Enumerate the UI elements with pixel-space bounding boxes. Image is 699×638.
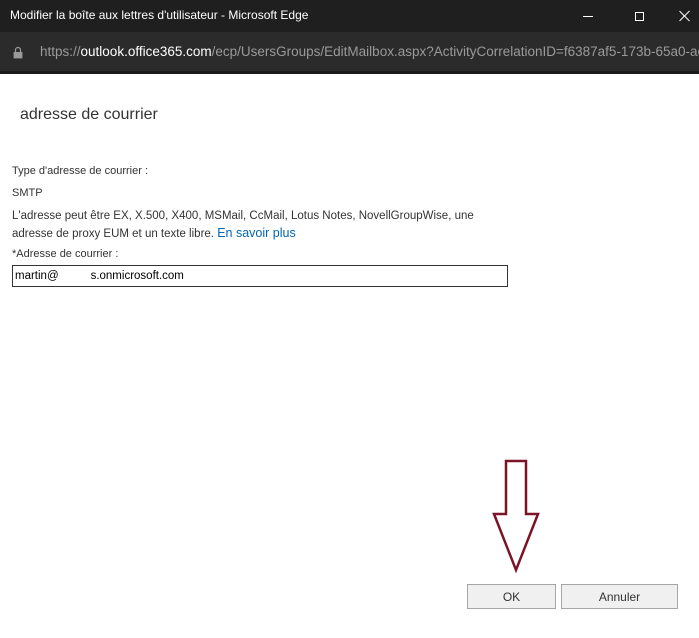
url-path: /ecp/UsersGroups/EditMailbox.aspx?Activi… [211, 44, 699, 59]
email-type-value: SMTP [12, 187, 43, 199]
cancel-button[interactable]: Annuler [561, 584, 678, 609]
email-type-label: Type d'adresse de courrier : [12, 165, 149, 177]
browser-window: Modifier la boîte aux lettres d'utilisat… [0, 0, 699, 638]
learn-more-link[interactable]: En savoir plus [217, 226, 296, 240]
title-bar: Modifier la boîte aux lettres d'utilisat… [0, 0, 699, 32]
down-arrow-annotation [492, 459, 540, 574]
address-bar[interactable]: https://outlook.office365.com/ecp/UsersG… [0, 32, 699, 74]
url-text[interactable]: https://outlook.office365.com/ecp/UsersG… [40, 44, 699, 59]
email-address-input[interactable] [12, 265, 508, 287]
maximize-button[interactable] [616, 0, 662, 32]
close-button[interactable] [662, 0, 699, 32]
maximize-icon [634, 11, 644, 21]
window-title: Modifier la boîte aux lettres d'utilisat… [10, 8, 309, 22]
close-icon [679, 10, 691, 22]
url-scheme: https:// [40, 44, 81, 59]
ok-button[interactable]: OK [467, 584, 556, 609]
dialog-heading: adresse de courrier [20, 106, 158, 123]
email-address-label: *Adresse de courrier : [12, 248, 119, 260]
minimize-button[interactable] [565, 0, 611, 32]
lock-icon [13, 46, 23, 59]
email-type-description: L'adresse peut être EX, X.500, X400, MSM… [12, 208, 492, 243]
url-host: outlook.office365.com [80, 44, 212, 59]
minimize-icon [583, 15, 593, 17]
